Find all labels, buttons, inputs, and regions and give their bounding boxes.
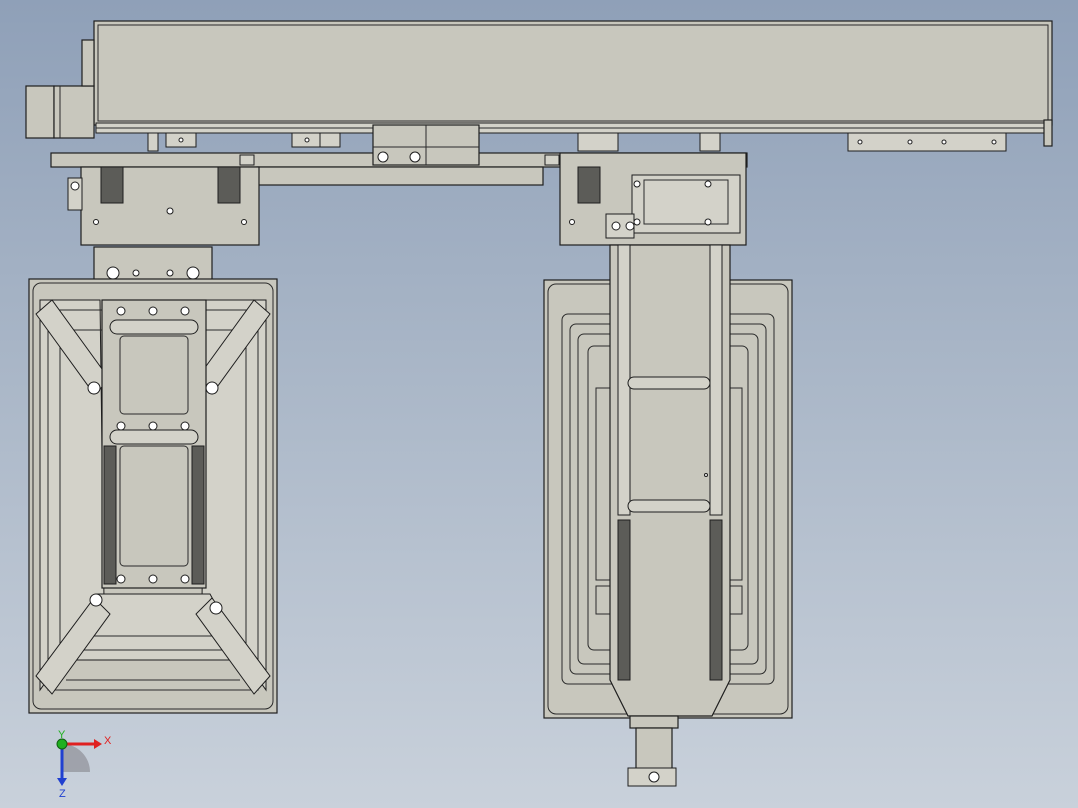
y-axis-label: Y (58, 729, 66, 741)
rail-clamp-right (847, 132, 1007, 152)
axis-body (93, 20, 1053, 126)
right-suction-plate[interactable] (543, 244, 793, 787)
coordinate-triad: X Y Z (56, 729, 112, 800)
z-axis-label: Z (59, 788, 66, 800)
assembly-drawing[interactable]: .p { fill:#c8c7bd; stroke:#1e1e1e; strok… (0, 0, 1078, 808)
left-suction-plate[interactable] (28, 278, 278, 714)
top-linear-axis[interactable] (25, 20, 1053, 152)
cad-viewport[interactable]: .p { fill:#c8c7bd; stroke:#1e1e1e; strok… (0, 0, 1078, 808)
right-gripper-head[interactable] (559, 152, 747, 246)
x-axis-label: X (104, 735, 112, 747)
axis-motor (25, 85, 55, 139)
